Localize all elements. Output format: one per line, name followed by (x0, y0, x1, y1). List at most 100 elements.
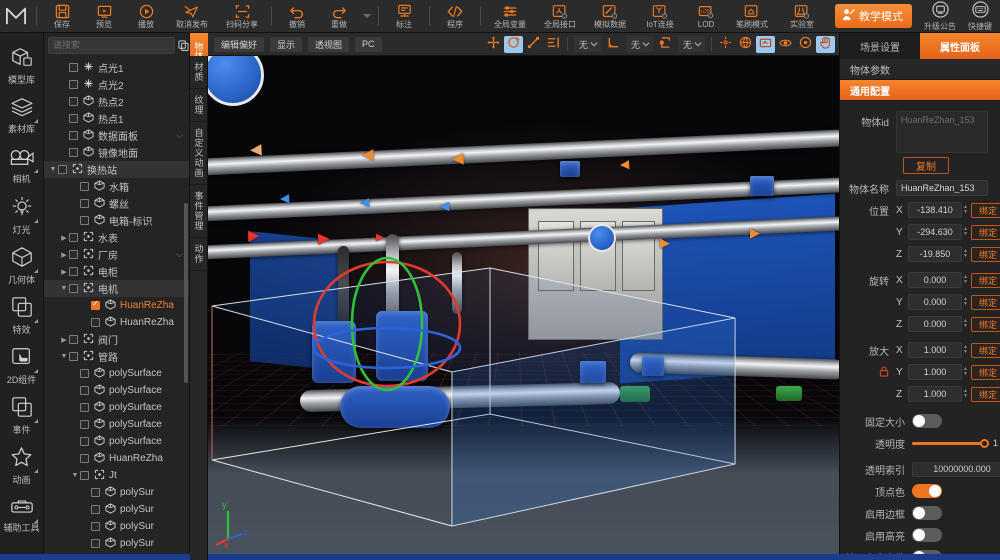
tree-expand-arrow[interactable]: ▶ (59, 229, 69, 246)
scale-x-bind-button[interactable]: 绑定 (971, 343, 1000, 358)
scale-x-input[interactable] (908, 342, 962, 358)
rotation-x-stepper[interactable]: ▲▼ (963, 272, 968, 288)
iot-connect-button[interactable]: IoT连接 (635, 0, 685, 33)
tree-item-checkbox[interactable] (91, 539, 100, 548)
grid-snap-select[interactable]: 无 (678, 36, 705, 52)
tree-item[interactable]: polySurface (44, 365, 189, 382)
tree-item[interactable]: polySurface (44, 416, 189, 433)
tree-expand-arrow[interactable] (70, 382, 80, 399)
tree-item[interactable]: polySur (44, 501, 189, 518)
transparency-index-input[interactable] (912, 462, 1000, 477)
scale-y-input[interactable] (908, 364, 962, 380)
tree-expand-arrow[interactable] (70, 365, 80, 382)
tree-scrollbar[interactable] (184, 203, 188, 383)
tree-item-checkbox[interactable] (91, 318, 100, 327)
position-z-bind-button[interactable]: 绑定 (971, 247, 1000, 262)
save-button[interactable]: 保存 (41, 0, 83, 33)
enable-highlight-toggle[interactable] (912, 528, 942, 542)
copy-icon[interactable] (178, 37, 189, 53)
rotation-y-bind-button[interactable]: 绑定 (971, 295, 1000, 310)
tree-expand-arrow[interactable]: ▼ (59, 280, 69, 297)
tree-item[interactable]: ▼电机 (44, 280, 189, 297)
play-button[interactable]: 播放 (125, 0, 167, 33)
position-z-stepper[interactable]: ▲▼ (963, 246, 968, 262)
tree-item[interactable]: 热点2 (44, 93, 189, 110)
tree-item-checkbox[interactable] (91, 488, 100, 497)
position-y-stepper[interactable]: ▲▼ (963, 224, 968, 240)
tree-expand-arrow[interactable] (81, 518, 91, 535)
tree-item-checkbox[interactable] (69, 131, 78, 140)
rotation-y-stepper[interactable]: ▲▼ (963, 294, 968, 310)
upgrade-notice-button[interactable]: 升级公告 (920, 0, 960, 33)
scene-tree-list[interactable]: 点光1点光2热点2热点1数据面板⌵镜像地面▼换热站水箱螺丝电箱-标识▶水表▶厂房… (44, 57, 189, 560)
tree-item[interactable]: 镜像地面 (44, 144, 189, 161)
tree-expand-arrow[interactable] (70, 178, 80, 195)
vertical-tab-1[interactable]: 纹理 (190, 89, 208, 122)
rail-item-effects[interactable]: 特效 (0, 291, 44, 341)
rotation-x-input[interactable] (908, 272, 962, 288)
position-x-stepper[interactable]: ▲▼ (963, 202, 968, 218)
unpublish-button[interactable]: 取消发布 (167, 0, 217, 33)
scale-z-bind-button[interactable]: 绑定 (971, 387, 1000, 402)
history-dropdown-icon[interactable] (363, 14, 371, 18)
position-y-bind-button[interactable]: 绑定 (971, 225, 1000, 240)
rail-item-asset-library[interactable]: 素材库 (0, 91, 44, 141)
scale-z-stepper[interactable]: ▲▼ (963, 386, 968, 402)
tree-expand-arrow[interactable] (81, 297, 91, 314)
tree-item[interactable]: ▶阀门 (44, 331, 189, 348)
tree-item[interactable]: polySurface (44, 399, 189, 416)
qr-share-button[interactable]: 扫码分享 (217, 0, 267, 33)
move-tool-button[interactable] (484, 36, 503, 53)
enable-outline-toggle[interactable] (912, 506, 942, 520)
tree-expand-arrow[interactable] (70, 212, 80, 229)
position-x-bind-button[interactable]: 绑定 (971, 203, 1000, 218)
tree-expand-arrow[interactable] (70, 399, 80, 416)
tree-expand-arrow[interactable]: ▼ (59, 348, 69, 365)
snap-select[interactable]: 无 (574, 36, 601, 52)
tab-properties[interactable]: 属性面板 (920, 33, 1000, 59)
vertical-tab-3[interactable]: 事件管理 (190, 185, 208, 238)
tree-expand-arrow[interactable] (81, 535, 91, 552)
pill-edit-preference[interactable]: 编辑偏好 (214, 37, 264, 52)
tree-item[interactable]: 水箱 (44, 178, 189, 195)
tree-item[interactable]: polySurface (44, 382, 189, 399)
tree-item-checkbox[interactable] (80, 369, 89, 378)
pivot-button[interactable] (716, 36, 735, 53)
tree-expand-arrow[interactable] (81, 314, 91, 331)
lab-button[interactable]: 实验室 (777, 0, 827, 33)
mock-data-button[interactable]: 模拟数据 (585, 0, 635, 33)
tree-item-checkbox[interactable] (69, 80, 78, 89)
tree-item[interactable]: HuanReZha (44, 297, 189, 314)
rail-item-2d-component[interactable]: 2D组件 (0, 341, 44, 391)
rail-item-camera[interactable]: 相机 (0, 141, 44, 191)
tree-item[interactable]: polySurface (44, 433, 189, 450)
tree-item-checkbox[interactable] (91, 505, 100, 514)
tree-item-checkbox[interactable] (69, 63, 78, 72)
align-tool-button[interactable] (544, 36, 563, 53)
tree-item-checkbox[interactable] (58, 165, 67, 174)
camera-view-button[interactable] (756, 36, 775, 53)
tree-item[interactable]: 数据面板⌵ (44, 127, 189, 144)
tree-item[interactable]: ▶厂房⌵ (44, 246, 189, 263)
tree-item[interactable]: ▼换热站 (44, 161, 189, 178)
tree-expand-arrow[interactable] (81, 484, 91, 501)
tree-expand-arrow[interactable]: ▶ (59, 331, 69, 348)
tree-item[interactable]: ▶水表 (44, 229, 189, 246)
tree-item-checkbox[interactable] (69, 284, 78, 293)
pill-display[interactable]: 显示 (270, 37, 302, 52)
world-local-button[interactable] (736, 36, 755, 53)
copy-button[interactable]: 复制 (903, 157, 949, 174)
tree-item-checkbox[interactable] (69, 97, 78, 106)
tree-expand-arrow[interactable] (59, 110, 69, 127)
focus-button[interactable] (796, 36, 815, 53)
tree-item-checkbox[interactable] (69, 148, 78, 157)
tree-item-checkbox[interactable] (80, 471, 89, 480)
tree-item[interactable]: 热点1 (44, 110, 189, 127)
search-input[interactable] (48, 37, 175, 54)
tree-expand-arrow[interactable] (70, 433, 80, 450)
rotation-x-bind-button[interactable]: 绑定 (971, 273, 1000, 288)
global-interface-button[interactable]: 全局接口 (535, 0, 585, 33)
vertical-tab-4[interactable]: 动作 (190, 238, 208, 271)
tree-item-checkbox[interactable] (69, 267, 78, 276)
teaching-mode-button[interactable]: 教学模式 (835, 4, 912, 28)
